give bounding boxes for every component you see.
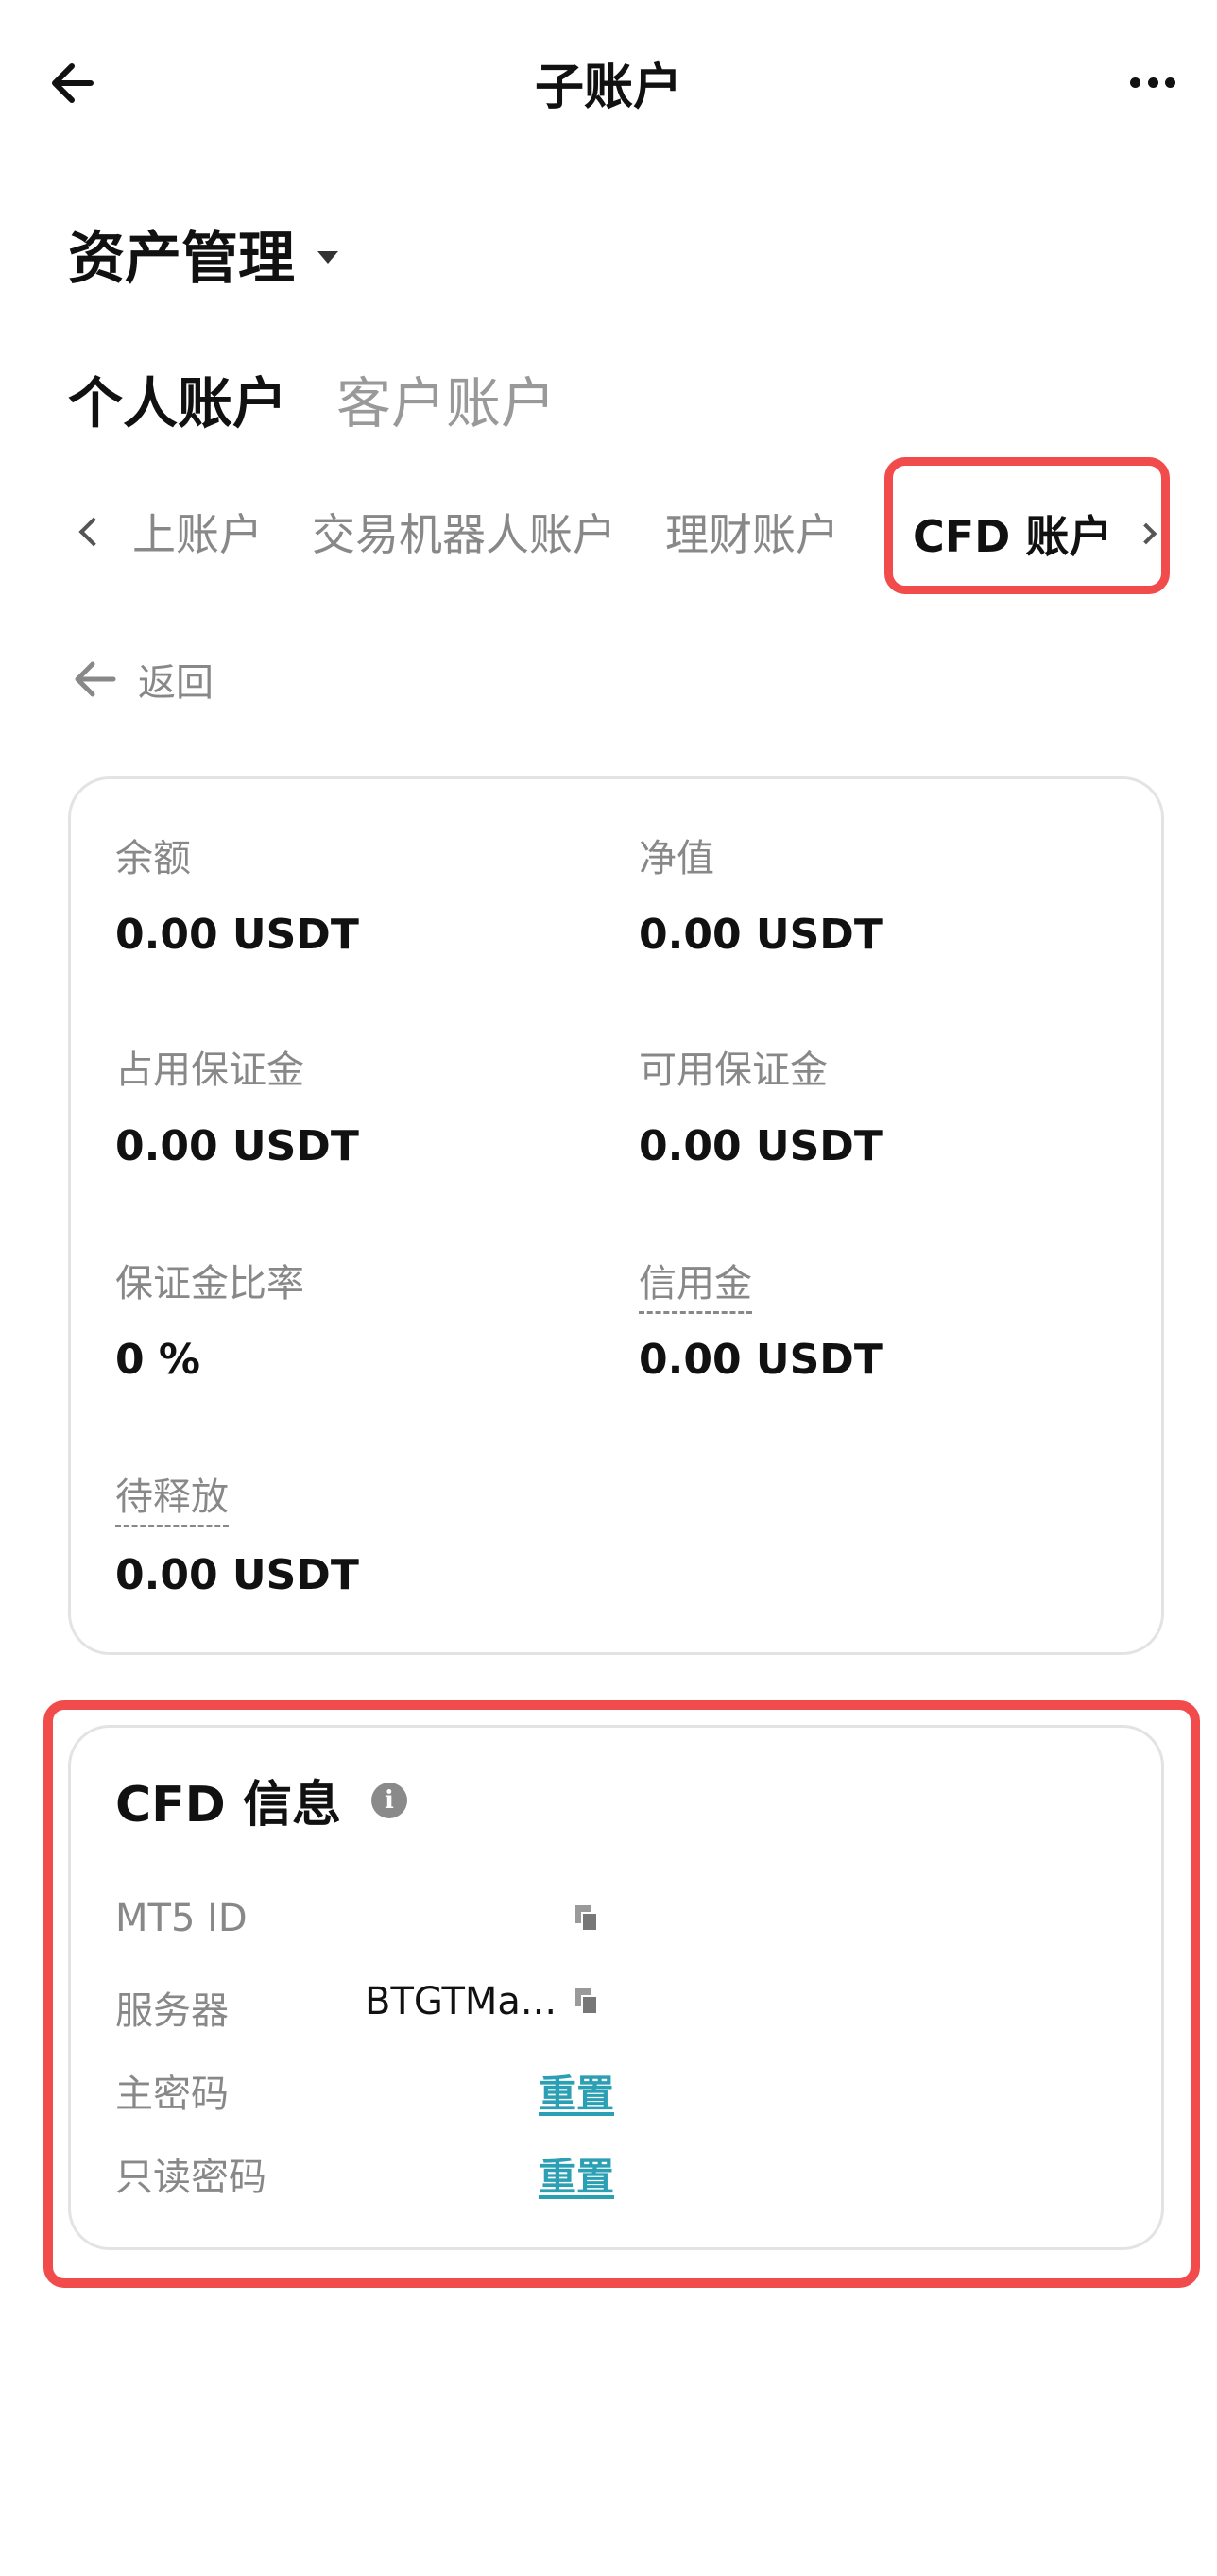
return-arrow-icon bbox=[75, 661, 116, 697]
asset-management-dropdown[interactable]: 资产管理 bbox=[68, 213, 338, 295]
sub-tab-cfd-label: CFD 账户 bbox=[913, 511, 1113, 562]
copy-icon bbox=[575, 1905, 598, 1932]
sub-tab-trading-bot-account[interactable]: 交易机器人账户 bbox=[312, 501, 616, 563]
balance-value: 0.00 USDT bbox=[115, 911, 359, 959]
reset-readonly-password-link[interactable]: 重置 bbox=[539, 2146, 614, 2201]
margin-ratio-value: 0 % bbox=[115, 1336, 201, 1384]
chevron-left-icon[interactable] bbox=[78, 517, 109, 547]
equity-value: 0.00 USDT bbox=[639, 911, 883, 959]
readonly-password-label: 只读密码 bbox=[115, 2156, 266, 2199]
sub-tab-spot-account[interactable]: 上账户 bbox=[132, 501, 263, 563]
free-margin-label: 可用保证金 bbox=[639, 1049, 828, 1092]
sub-tab-cfd-account[interactable]: CFD 账户 bbox=[913, 503, 1157, 565]
asset-management-title: 资产管理 bbox=[68, 226, 295, 292]
master-password-label: 主密码 bbox=[115, 2073, 229, 2116]
copy-icon bbox=[575, 1988, 598, 2015]
used-margin-label: 占用保证金 bbox=[115, 1049, 304, 1092]
sub-tab-earn-account[interactable]: 理财账户 bbox=[665, 501, 839, 563]
server-value: BTGTMa... bbox=[365, 1980, 557, 2023]
page-title: 子账户 bbox=[534, 60, 682, 116]
sub-account-tabs: 上账户 交易机器人账户 理财账户 bbox=[76, 501, 888, 563]
reset-master-password-link[interactable]: 重置 bbox=[539, 2063, 614, 2118]
tab-client-account[interactable]: 客户账户 bbox=[336, 359, 556, 438]
return-label: 返回 bbox=[138, 661, 214, 705]
used-margin-value: 0.00 USDT bbox=[115, 1122, 359, 1170]
cfd-info-title: CFD 信息 bbox=[115, 1777, 341, 1834]
info-icon[interactable]: i bbox=[370, 1782, 407, 1818]
copy-mt5-id-button[interactable] bbox=[574, 1904, 599, 1936]
pending-release-value: 0.00 USDT bbox=[115, 1551, 359, 1599]
cfd-info-header: CFD 信息 i bbox=[115, 1765, 407, 1835]
chevron-right-icon bbox=[1136, 522, 1157, 545]
copy-server-button[interactable] bbox=[574, 1987, 599, 2020]
credit-value: 0.00 USDT bbox=[639, 1336, 883, 1384]
pending-release-label[interactable]: 待释放 bbox=[115, 1466, 229, 1527]
credit-label[interactable]: 信用金 bbox=[639, 1253, 752, 1314]
balance-label: 余额 bbox=[115, 837, 191, 880]
server-label: 服务器 bbox=[115, 1989, 229, 2033]
return-button[interactable]: 返回 bbox=[72, 652, 214, 707]
more-horizontal-icon[interactable] bbox=[1130, 76, 1175, 89]
equity-label: 净值 bbox=[639, 837, 714, 880]
free-margin-value: 0.00 USDT bbox=[639, 1122, 883, 1170]
margin-ratio-label: 保证金比率 bbox=[115, 1262, 304, 1305]
tab-personal-account[interactable]: 个人账户 bbox=[68, 359, 287, 438]
account-type-tabs: 个人账户 客户账户 bbox=[68, 359, 556, 438]
mt5-id-label: MT5 ID bbox=[115, 1897, 248, 1940]
balance-card bbox=[68, 776, 1164, 1655]
caret-down-icon bbox=[317, 251, 338, 264]
